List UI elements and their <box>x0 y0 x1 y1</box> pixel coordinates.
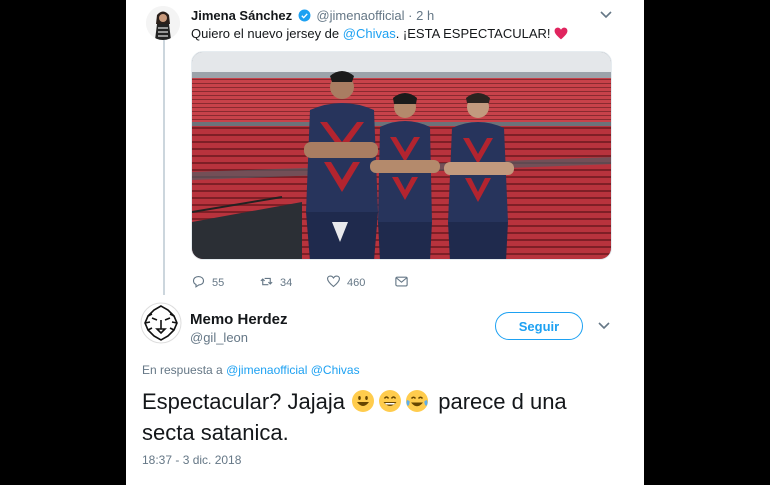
tweet-time[interactable]: 2 h <box>416 8 434 23</box>
reply-timestamp[interactable]: 18:37 - 3 dic. 2018 <box>142 453 241 467</box>
dm-action[interactable] <box>394 274 409 292</box>
in-reply-prefix: En respuesta a <box>142 363 227 377</box>
reply-action[interactable]: 55 <box>191 274 224 292</box>
thread-line <box>163 40 165 295</box>
grinning-face-icon <box>351 389 375 413</box>
tweet-menu-chevron-icon[interactable] <box>600 8 612 22</box>
in-reply-to: En respuesta a @jimenaofficial @Chivas <box>142 363 360 377</box>
retweet-count: 34 <box>280 277 293 289</box>
follow-button[interactable]: Seguir <box>495 312 583 340</box>
separator-dot: · <box>408 8 413 23</box>
verified-badge-icon <box>298 9 311 22</box>
like-action[interactable]: 460 <box>326 274 365 292</box>
mention-link[interactable]: @Chivas <box>343 26 396 41</box>
red-heart-icon <box>554 27 568 43</box>
beaming-face-icon <box>378 389 402 413</box>
reply-count: 55 <box>212 277 225 289</box>
author-avatar[interactable] <box>146 6 180 40</box>
tweet-text: Quiero el nuevo jersey de @Chivas. ¡ESTA… <box>191 26 568 43</box>
tweet-text-suffix: . ¡ESTA ESPECTACULAR! <box>395 26 555 41</box>
retweet-action[interactable]: 34 <box>259 274 292 292</box>
reply-menu-chevron-icon[interactable] <box>598 319 610 333</box>
author-name[interactable]: Jimena Sánchez <box>191 8 292 23</box>
in-reply-mentions[interactable]: @jimenaofficial @Chivas <box>226 363 360 377</box>
envelope-icon <box>394 274 409 292</box>
like-count: 460 <box>347 277 366 289</box>
reply-text: Espectacular? Jajaja parece d una secta … <box>142 386 622 448</box>
stadium-photo-image <box>192 52 611 259</box>
like-heart-icon <box>326 274 341 292</box>
reply-text-part1: Espectacular? Jajaja <box>142 389 352 414</box>
tweet-header: Jimena Sánchez @jimenaofficial · 2 h <box>191 8 434 23</box>
reply-author-name[interactable]: Memo Herdez <box>190 311 288 328</box>
reply-author-handle[interactable]: @gil_leon <box>190 330 248 345</box>
reply-icon <box>191 274 206 292</box>
reply-author-avatar[interactable] <box>140 302 182 344</box>
retweet-icon <box>259 274 274 292</box>
tweet-text-prefix: Quiero el nuevo jersey de <box>191 26 343 41</box>
author-handle[interactable]: @jimenaofficial <box>316 8 404 23</box>
tears-of-joy-icon <box>405 389 429 413</box>
tweet-photo[interactable] <box>191 51 612 260</box>
